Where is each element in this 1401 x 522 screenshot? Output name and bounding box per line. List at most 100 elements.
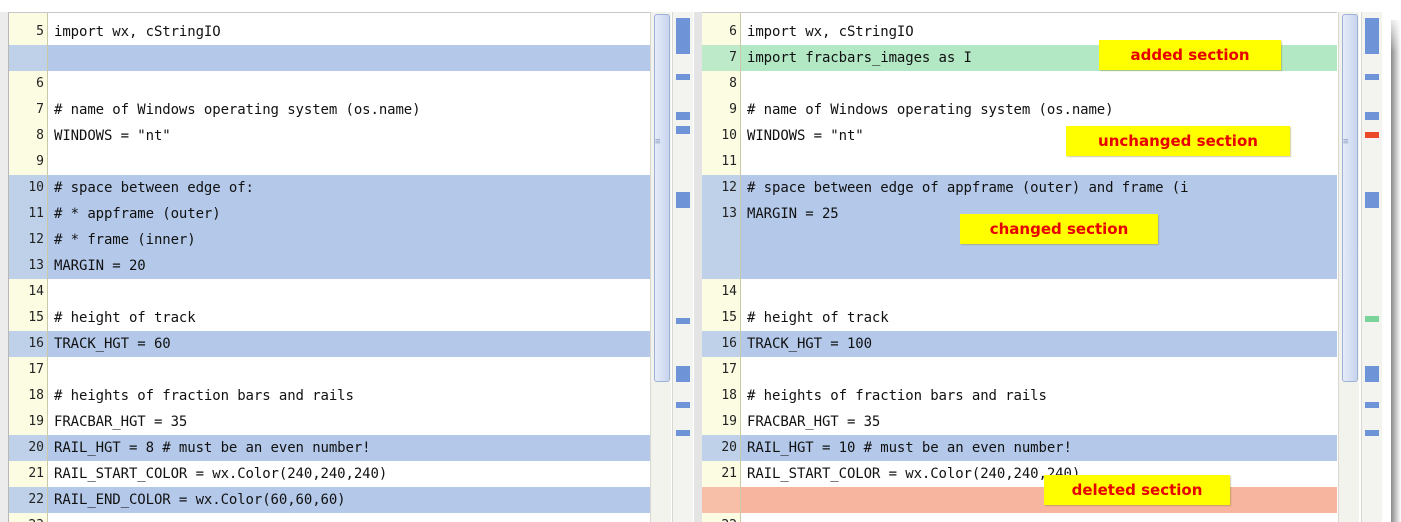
line-code: RAIL_END_COLOR = wx.Color(60,60,60) [54,492,346,508]
overview-marker [1365,402,1379,408]
line-number: 5 [36,24,44,39]
code-line[interactable]: 15 # height of track [9,305,650,331]
code-line[interactable] [702,487,1337,513]
window-shadow [1391,20,1401,522]
line-number: 13 [28,258,44,273]
code-line[interactable]: 19 FRACBAR_HGT = 35 [9,409,650,435]
line-number: 13 [721,206,737,221]
code-line[interactable]: 21 RAIL_START_COLOR = wx.Color(240,240,24… [702,461,1337,487]
window-shadow-fade [1385,12,1401,52]
code-line[interactable]: 5 import wx, cStringIO [9,19,650,45]
line-number: 19 [28,414,44,429]
line-number: 10 [721,128,737,143]
overview-marker [1365,366,1379,382]
code-line[interactable]: 23 [9,513,650,522]
line-number: 18 [28,388,44,403]
code-line[interactable]: 8 WINDOWS = "nt" [9,123,650,149]
code-line[interactable]: 17 [702,357,1337,383]
code-line[interactable]: 16 TRACK_HGT = 60 [9,331,650,357]
changed-section-callout: changed section [960,214,1158,244]
code-line[interactable]: 9 [9,149,650,175]
right-diff-overview-bar[interactable] [1361,12,1382,522]
code-line[interactable]: 18 # heights of fraction bars and rails [702,383,1337,409]
line-code: # heights of fraction bars and rails [54,388,354,404]
line-code: TRACK_HGT = 100 [747,336,872,352]
line-code: RAIL_START_COLOR = wx.Color(240,240,240) [747,466,1081,482]
line-number: 17 [721,362,737,377]
line-number: 6 [36,76,44,91]
code-line[interactable]: 10 # space between edge of: [9,175,650,201]
overview-marker [1365,316,1379,322]
added-section-callout: added section [1099,40,1281,70]
left-scrollbar-thumb[interactable] [654,14,670,382]
window-edge-left [0,12,8,522]
right-diff-pane[interactable]: 6 import wx, cStringIO 7 import fracbars_im… [702,12,1337,522]
overview-marker [1365,112,1379,120]
code-line[interactable]: 12 # * frame (inner) [9,227,650,253]
code-line[interactable]: 11 # * appframe (outer) [9,201,650,227]
line-number: 11 [721,154,737,169]
line-number: 20 [28,440,44,455]
code-line[interactable]: 20 RAIL_HGT = 10 # must be an even number… [702,435,1337,461]
line-code: TRACK_HGT = 60 [54,336,171,352]
line-code: RAIL_HGT = 10 # must be an even number! [747,440,1072,456]
line-number: 10 [28,180,44,195]
code-line[interactable]: 14 [9,279,650,305]
overview-marker [1365,132,1379,138]
code-line[interactable]: 17 [9,357,650,383]
left-diff-overview-bar[interactable] [672,12,693,522]
right-scrollbar-thumb[interactable] [1342,14,1358,382]
line-code: # * frame (inner) [54,232,196,248]
line-code: import wx, cStringIO [747,24,914,40]
code-line[interactable]: 6 [9,71,650,97]
code-line[interactable]: 15 # height of track [702,305,1337,331]
line-code: # height of track [747,310,889,326]
code-line[interactable]: 7 # name of Windows operating system (os.… [9,97,650,123]
code-line[interactable]: 16 TRACK_HGT = 100 [702,331,1337,357]
code-line[interactable]: 21 RAIL_START_COLOR = wx.Color(240,240,24… [9,461,650,487]
pane-splitter[interactable] [694,12,702,522]
line-code: RAIL_START_COLOR = wx.Color(240,240,240) [54,466,388,482]
code-line[interactable]: 8 [702,71,1337,97]
line-code: # space between edge of: [54,180,254,196]
line-code: # * appframe (outer) [54,206,221,222]
deleted-section-callout: deleted section [1044,475,1230,505]
line-number: 11 [28,206,44,221]
code-line[interactable]: 22 RAIL_END_COLOR = wx.Color(60,60,60) [9,487,650,513]
line-number: 16 [28,336,44,351]
line-number: 7 [36,102,44,117]
overview-marker [676,18,690,54]
line-code: # height of track [54,310,196,326]
line-number: 18 [721,388,737,403]
line-number: 16 [721,336,737,351]
line-number: 8 [36,128,44,143]
overview-marker [676,192,690,208]
line-number: 15 [721,310,737,325]
left-vertical-scrollbar[interactable]: ≡ [650,12,671,522]
code-line[interactable]: 14 [702,279,1337,305]
line-number: 17 [28,362,44,377]
code-line[interactable]: 13 MARGIN = 20 [9,253,650,279]
line-number: 6 [729,24,737,39]
line-number: 23 [9,513,44,522]
line-number: 22 [28,492,44,507]
line-code: # heights of fraction bars and rails [747,388,1047,404]
code-line[interactable]: 22 [702,513,1337,522]
code-line[interactable]: 12 # space between edge of appframe (oute… [702,175,1337,201]
code-line[interactable]: 20 RAIL_HGT = 8 # must be an even number! [9,435,650,461]
code-line[interactable] [702,253,1337,279]
unchanged-section-callout: unchanged section [1066,126,1290,156]
left-scrollbar-grip-icon: ≡ [655,137,661,147]
line-number: 12 [28,232,44,247]
left-diff-pane[interactable]: 5 import wx, cStringIO 6 7 # name of Windows… [8,12,650,522]
code-line[interactable]: 19 FRACBAR_HGT = 35 [702,409,1337,435]
overview-marker [676,366,690,382]
overview-marker [676,126,690,134]
line-number: 21 [721,466,737,481]
overview-marker [676,318,690,324]
code-line[interactable]: 18 # heights of fraction bars and rails [9,383,650,409]
overview-marker [1365,192,1379,208]
right-vertical-scrollbar[interactable]: ≡ [1338,12,1359,522]
code-line[interactable]: 9 # name of Windows operating system (os.… [702,97,1337,123]
code-line[interactable] [9,45,650,71]
